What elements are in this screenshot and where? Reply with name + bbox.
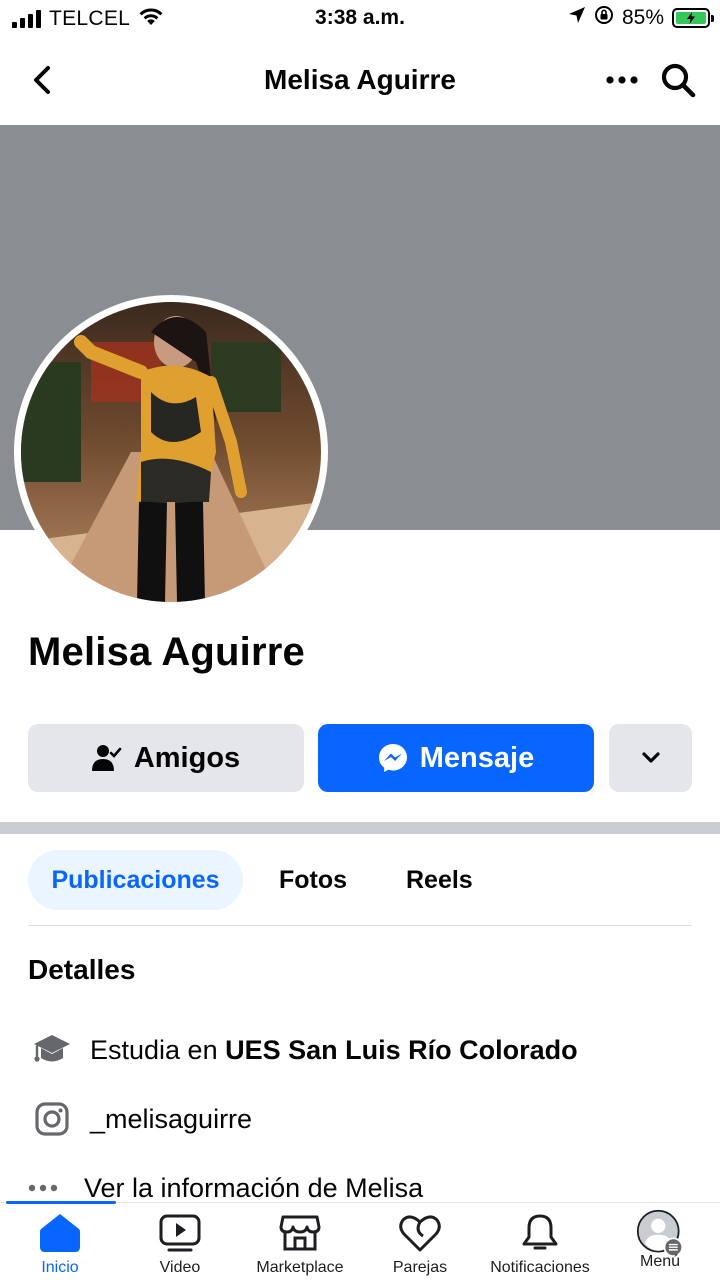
- profile-photo: [21, 302, 321, 602]
- education-school-link[interactable]: UES San Luis Río Colorado: [225, 1035, 578, 1065]
- graduation-cap-icon: [28, 1028, 76, 1072]
- bottom-tab-parejas[interactable]: Parejas: [360, 1211, 480, 1277]
- home-icon: [36, 1211, 84, 1255]
- detail-instagram[interactable]: _melisaguirre: [28, 1097, 252, 1141]
- video-icon: [156, 1211, 204, 1255]
- bottom-tab-label: Inicio: [41, 1259, 79, 1276]
- more-actions-button[interactable]: [609, 724, 692, 792]
- chevron-down-icon: [641, 752, 660, 763]
- bottom-tab-menu[interactable]: Menú: [600, 1209, 720, 1271]
- bell-icon: [516, 1211, 564, 1255]
- messenger-icon: [378, 744, 407, 772]
- friends-button[interactable]: Amigos: [28, 724, 304, 792]
- battery-charging-icon: [672, 7, 714, 28]
- instagram-icon: [28, 1097, 76, 1141]
- bottom-tab-label: Menú: [639, 1253, 681, 1270]
- profile-name: Melisa Aguirre: [28, 630, 305, 674]
- status-right: 85%: [568, 5, 714, 30]
- tab-fotos[interactable]: Fotos: [279, 850, 347, 910]
- status-bar: TELCEL 3:38 a.m. 85%: [0, 0, 720, 38]
- bottom-tab-label: Marketplace: [256, 1259, 344, 1276]
- bottom-tab-inicio[interactable]: Inicio: [0, 1211, 120, 1277]
- tab-publicaciones[interactable]: Publicaciones: [28, 850, 243, 910]
- battery-percent: 85%: [621, 5, 664, 29]
- tab-reels[interactable]: Reels: [406, 850, 473, 910]
- education-text: Estudia en UES San Luis Río Colorado: [90, 1035, 578, 1066]
- active-tab-indicator: [6, 1201, 116, 1204]
- menu-avatar-icon: [636, 1209, 684, 1257]
- more-dots-icon: [606, 76, 638, 84]
- more-options-button[interactable]: [600, 62, 644, 98]
- profile-avatar[interactable]: [14, 295, 328, 609]
- marketplace-icon: [276, 1211, 324, 1255]
- bottom-tab-label: Notificaciones: [490, 1259, 590, 1276]
- bottom-tab-label: Video: [159, 1259, 201, 1276]
- bottom-tab-bar: Inicio Video Marketplace Parejas Notific…: [0, 1201, 720, 1280]
- orientation-lock-icon: [594, 5, 614, 30]
- top-navigation: Melisa Aguirre: [0, 44, 720, 118]
- bottom-tab-label: Parejas: [392, 1259, 448, 1276]
- message-button[interactable]: Mensaje: [318, 724, 594, 792]
- location-arrow-icon: [568, 6, 586, 29]
- detail-education: Estudia en UES San Luis Río Colorado: [28, 1028, 578, 1072]
- instagram-handle: _melisaguirre: [90, 1103, 253, 1134]
- message-label: Mensaje: [419, 741, 535, 774]
- friend-check-icon: [91, 745, 122, 771]
- education-prefix: Estudia en: [90, 1034, 226, 1065]
- search-button[interactable]: [656, 60, 700, 100]
- bottom-tab-video[interactable]: Video: [120, 1211, 240, 1277]
- see-more-info-link: Ver la información de Melisa: [84, 1172, 424, 1203]
- friends-label: Amigos: [133, 741, 241, 774]
- bottom-tab-notificaciones[interactable]: Notificaciones: [480, 1211, 600, 1277]
- search-icon: [661, 63, 696, 98]
- bottom-tab-marketplace[interactable]: Marketplace: [240, 1211, 360, 1277]
- details-title: Detalles: [28, 954, 136, 985]
- tabs-divider: [28, 925, 692, 926]
- section-divider: [0, 822, 720, 834]
- dating-heart-icon: [396, 1211, 444, 1255]
